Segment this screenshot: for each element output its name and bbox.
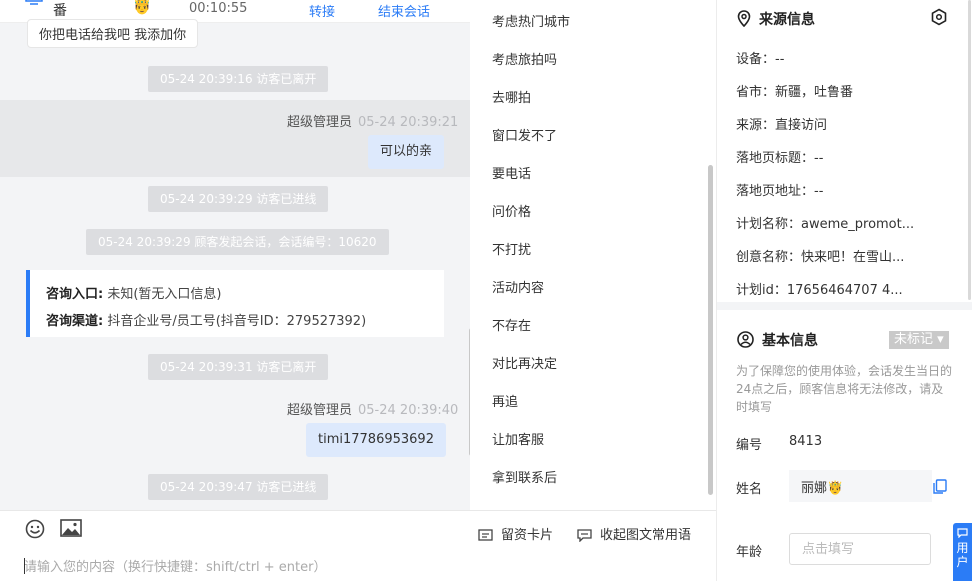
name-field[interactable]: 丽娜🤴 — [789, 470, 932, 502]
quick-reply-item[interactable]: 去哪拍 — [492, 87, 531, 106]
quick-reply-item[interactable]: 考虑热门城市 — [492, 11, 570, 30]
source-info-header: 来源信息 — [737, 9, 815, 29]
crown-icon: 🤴 — [132, 0, 152, 15]
quick-reply-item[interactable]: 再追 — [492, 391, 518, 410]
info-scrollbar[interactable] — [968, 0, 971, 300]
source-region: 省市：新疆，吐鲁番 — [736, 85, 854, 100]
agent-message-bubble: timi17786953692 — [306, 423, 446, 457]
landing-page-url: 落地页地址：-- — [736, 184, 824, 199]
agent-message-bubble: 可以的亲 — [368, 135, 445, 169]
system-message: 05-24 20:39:47 访客已进线 — [148, 474, 329, 500]
user-float-tab[interactable]: 用户 — [953, 523, 972, 581]
quick-reply-list: 考虑热门城市 考虑旅拍吗 去哪拍 窗口发不了 要电话 问价格 不打扰 活动内容 … — [476, 0, 716, 510]
collapse-phrases-button[interactable]: 收起图文常用语 — [577, 524, 691, 543]
message-time: 05-24 20:39:21 — [358, 115, 459, 130]
chat-scrollbar[interactable] — [469, 328, 470, 456]
quick-reply-item[interactable]: 考虑旅拍吗 — [492, 49, 557, 68]
crown-icon: 🤴 — [827, 481, 844, 496]
copy-icon[interactable] — [933, 479, 947, 494]
consult-channel-row: 咨询渠道: 抖音企业号/员工号(抖音号ID：279527392) — [46, 314, 367, 329]
sender-name: 超级管理员 — [287, 403, 353, 418]
end-session-button[interactable]: 结束会话 — [378, 1, 430, 20]
chat-icon — [577, 529, 592, 543]
quick-reply-item[interactable]: 窗口发不了 — [492, 125, 557, 144]
monitor-icon — [25, 0, 43, 5]
consult-entry-row: 咨询入口: 未知(暂无入口信息) — [46, 287, 222, 302]
visitor-name: 番 — [53, 3, 67, 19]
age-label: 年龄 — [736, 545, 763, 560]
creative-name: 创意名称：快来吧！在雪山... — [736, 250, 905, 265]
source-device: 设备：-- — [736, 52, 785, 67]
message-input-area: 留资卡片 收起图文常用语 — [0, 510, 716, 581]
landing-page-title: 落地页标题：-- — [736, 151, 824, 166]
agent-message-meta: 超级管理员 05-24 20:39:21 — [287, 111, 458, 130]
lead-card-button[interactable]: 留资卡片 — [478, 524, 553, 543]
user-circle-icon — [737, 331, 754, 348]
edit-hint: 为了保障您的使用体验，会话发生当日的24点之后，顾客信息将无法修改，请及时填写 — [736, 364, 953, 414]
card-icon — [478, 529, 493, 541]
basic-info-header: 基本信息 — [737, 330, 818, 350]
section-separator — [717, 302, 972, 310]
transfer-button[interactable]: 转接 — [309, 1, 335, 20]
system-message: 05-24 20:39:31 访客已离开 — [148, 354, 329, 380]
plan-name: 计划名称：aweme_promot... — [736, 217, 915, 232]
chat-bubble-icon — [957, 528, 968, 539]
id-value: 8413 — [789, 434, 823, 449]
settings-hex-icon[interactable] — [930, 8, 948, 26]
id-label: 编号 — [736, 438, 763, 453]
customer-info-panel: 来源信息 设备：-- 省市：新疆，吐鲁番 来源：直接访问 落地页标题：-- 落地… — [717, 0, 972, 581]
image-icon[interactable] — [60, 519, 82, 537]
location-pin-icon — [737, 10, 751, 28]
session-timer: 00:10:55 — [189, 1, 248, 16]
quick-reply-item[interactable]: 对比再决定 — [492, 353, 557, 372]
visitor-message-bubble: 你把电话给我吧 我添加你 — [27, 19, 199, 48]
sender-name: 超级管理员 — [287, 115, 353, 130]
tag-select[interactable]: 未标记 ▾ — [889, 331, 949, 349]
quick-reply-item[interactable]: 拿到联系后 — [492, 467, 557, 486]
quick-reply-scrollbar[interactable] — [708, 165, 713, 495]
quick-reply-item[interactable]: 不存在 — [492, 315, 531, 334]
quick-reply-item[interactable]: 要电话 — [492, 163, 531, 182]
system-message: 05-24 20:39:29 访客已进线 — [148, 186, 329, 212]
emoji-icon[interactable] — [25, 519, 45, 539]
system-message: 05-24 20:39:29 顾客发起会话，会话编号：10620 — [86, 229, 389, 255]
chat-panel: 番 🤴 00:10:55 转接 结束会话 你把电话给我吧 我添加你 05-24 … — [0, 0, 470, 510]
agent-message-meta: 超级管理员 05-24 20:39:40 — [287, 399, 458, 418]
quick-reply-item[interactable]: 不打扰 — [492, 239, 531, 258]
consult-info-card: 咨询入口: 未知(暂无入口信息) 咨询渠道: 抖音企业号/员工号(抖音号ID：2… — [26, 270, 444, 337]
quick-reply-item[interactable]: 让加客服 — [492, 429, 544, 448]
quick-reply-item[interactable]: 活动内容 — [492, 277, 544, 296]
age-field[interactable] — [789, 533, 931, 565]
message-time: 05-24 20:39:40 — [358, 403, 459, 418]
source-channel: 来源：直接访问 — [736, 118, 828, 133]
text-caret — [24, 558, 25, 574]
message-input[interactable] — [24, 556, 684, 578]
caret-down-icon: ▾ — [933, 332, 944, 347]
system-message: 05-24 20:39:16 访客已离开 — [148, 66, 329, 92]
plan-id: 计划id：17656464707 4... — [736, 283, 903, 298]
quick-reply-item[interactable]: 问价格 — [492, 201, 531, 220]
name-label: 姓名 — [736, 482, 763, 497]
